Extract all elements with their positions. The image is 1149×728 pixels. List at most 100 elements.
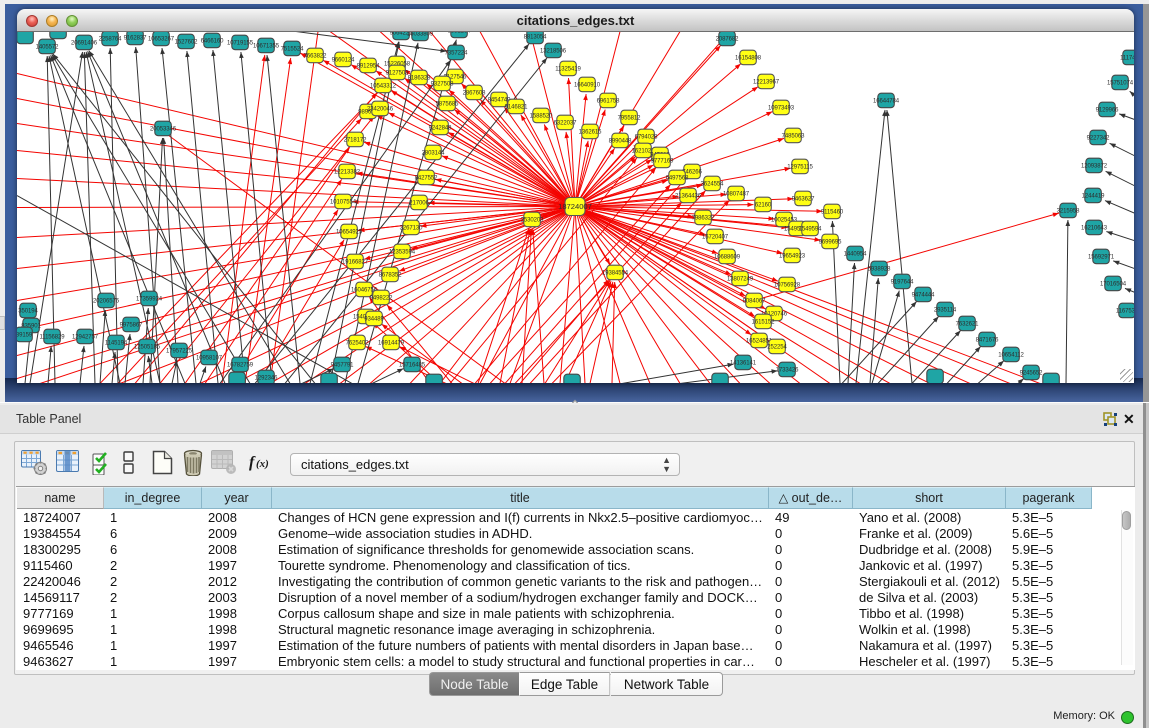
svg-text:350194: 350194 <box>18 309 38 315</box>
svg-text:1167535: 1167535 <box>1116 309 1134 315</box>
svg-text:15716485: 15716485 <box>399 363 426 369</box>
svg-text:12213382: 12213382 <box>334 170 361 176</box>
svg-text:21364436: 21364436 <box>675 194 702 200</box>
svg-text:8186328: 8186328 <box>408 76 431 82</box>
svg-text:2258764: 2258764 <box>99 37 122 43</box>
svg-text:9129966: 9129966 <box>1096 108 1119 114</box>
svg-text:7986322: 7986322 <box>692 216 715 222</box>
svg-text:23420046: 23420046 <box>367 107 394 113</box>
svg-text:9242848: 9242848 <box>429 126 452 132</box>
svg-text:f: f <box>249 454 256 471</box>
svg-text:9227342: 9227342 <box>1087 136 1110 142</box>
svg-text:9245652: 9245652 <box>1020 371 1043 377</box>
svg-text:2718172: 2718172 <box>344 138 367 144</box>
svg-text:6497568: 6497568 <box>666 176 689 182</box>
svg-text:1588520: 1588520 <box>530 114 553 120</box>
svg-text:17957225: 17957225 <box>166 349 193 355</box>
svg-text:1292346: 1292346 <box>255 376 278 382</box>
svg-text:8551264: 8551264 <box>448 32 471 35</box>
svg-text:6794028: 6794028 <box>635 135 658 141</box>
svg-text:1527602: 1527602 <box>175 40 198 46</box>
svg-text:8471676: 8471676 <box>976 338 999 344</box>
svg-text:1733426: 1733426 <box>776 368 799 374</box>
svg-text:19654923: 19654923 <box>779 254 806 260</box>
svg-text:9975867: 9975867 <box>120 323 143 329</box>
svg-text:10543312: 10543312 <box>370 84 397 90</box>
svg-text:1615152: 1615152 <box>752 320 775 326</box>
svg-text:7663822: 7663822 <box>304 54 327 60</box>
svg-text:2867608: 2867608 <box>463 91 486 97</box>
svg-text:10719155: 10719155 <box>227 41 254 47</box>
svg-text:8813054: 8813054 <box>524 35 547 41</box>
svg-text:16033809: 16033809 <box>407 32 434 38</box>
svg-text:15751074: 15751074 <box>1107 81 1134 87</box>
svg-text:3215958: 3215958 <box>1057 209 1080 215</box>
svg-text:3624554: 3624554 <box>701 182 724 188</box>
svg-text:934489: 934489 <box>364 317 384 323</box>
svg-text:6322037: 6322037 <box>554 121 577 127</box>
svg-text:1405572: 1405572 <box>36 45 59 51</box>
svg-text:12942757: 12942757 <box>72 335 99 341</box>
svg-text:8912954: 8912954 <box>357 64 380 70</box>
svg-text:17016504: 17016504 <box>1100 282 1127 288</box>
svg-text:1549594: 1549594 <box>799 227 822 233</box>
svg-text:252254: 252254 <box>767 345 787 351</box>
svg-text:9457791: 9457791 <box>331 363 354 369</box>
svg-text:19384554: 19384554 <box>602 271 629 277</box>
svg-text:10756928: 10756928 <box>774 283 801 289</box>
svg-text:2935114: 2935114 <box>934 308 957 314</box>
svg-text:9699695: 9699695 <box>819 240 842 246</box>
svg-text:9115460: 9115460 <box>821 210 844 216</box>
svg-text:9660124: 9660124 <box>332 58 355 64</box>
svg-text:2803144: 2803144 <box>422 151 445 157</box>
svg-text:1117438: 1117438 <box>1120 56 1134 62</box>
svg-text:10671355: 10671355 <box>253 44 280 50</box>
svg-text:12353594: 12353594 <box>389 250 416 256</box>
svg-text:5875685: 5875685 <box>436 102 459 108</box>
svg-text:9777169: 9777169 <box>651 159 674 165</box>
svg-text:16640910: 16640910 <box>574 83 601 89</box>
svg-text:17359924: 17359924 <box>136 297 163 303</box>
svg-text:7515524: 7515524 <box>281 47 304 53</box>
svg-text:10654112: 10654112 <box>998 353 1024 359</box>
svg-text:(x): (x) <box>256 458 269 470</box>
svg-text:9197644: 9197644 <box>891 280 914 286</box>
svg-text:7625402: 7625402 <box>346 341 369 347</box>
svg-text:12093872: 12093872 <box>1081 164 1108 170</box>
svg-text:20206576: 20206576 <box>93 299 120 305</box>
svg-text:3267130: 3267130 <box>400 226 423 232</box>
svg-text:13807249: 13807249 <box>727 277 754 283</box>
svg-text:2087682: 2087682 <box>716 37 739 43</box>
svg-text:10807487: 10807487 <box>723 192 750 198</box>
svg-text:10958107: 10958107 <box>196 356 223 362</box>
svg-text:5938928: 5938928 <box>868 267 891 273</box>
svg-text:16914479: 16914479 <box>378 341 405 347</box>
svg-text:12213967: 12213967 <box>753 80 780 86</box>
svg-text:7955812: 7955812 <box>618 116 641 122</box>
svg-text:18724007: 18724007 <box>558 202 592 211</box>
svg-text:7485063: 7485063 <box>782 134 805 140</box>
svg-text:9084067: 9084067 <box>743 299 766 305</box>
svg-text:16782759: 16782759 <box>227 363 254 369</box>
svg-text:12505185: 12505185 <box>134 345 161 351</box>
svg-text:16644784: 16644784 <box>873 99 900 105</box>
svg-text:9162837: 9162837 <box>124 36 147 42</box>
svg-text:39159: 39159 <box>17 333 33 339</box>
svg-text:62160: 62160 <box>755 203 772 209</box>
svg-text:1362615: 1362615 <box>579 130 602 136</box>
svg-text:19166827: 19166827 <box>342 260 369 266</box>
svg-text:6466160: 6466160 <box>201 39 224 45</box>
svg-text:12975115: 12975115 <box>787 165 813 171</box>
svg-text:9474444: 9474444 <box>912 293 935 299</box>
svg-text:1440954: 1440954 <box>844 252 867 258</box>
svg-text:11325419: 11325419 <box>555 67 581 73</box>
svg-text:20053346: 20053346 <box>150 127 177 133</box>
svg-text:10653267: 10653267 <box>148 37 175 43</box>
svg-text:9463627: 9463627 <box>792 197 815 203</box>
svg-text:8427552: 8427552 <box>415 176 438 182</box>
svg-text:7357224: 7357224 <box>445 51 468 57</box>
svg-text:10654925: 10654925 <box>336 230 363 236</box>
svg-text:16154808: 16154808 <box>735 56 762 62</box>
svg-text:10973493: 10973493 <box>768 106 795 112</box>
svg-text:10107554: 10107554 <box>330 200 357 206</box>
